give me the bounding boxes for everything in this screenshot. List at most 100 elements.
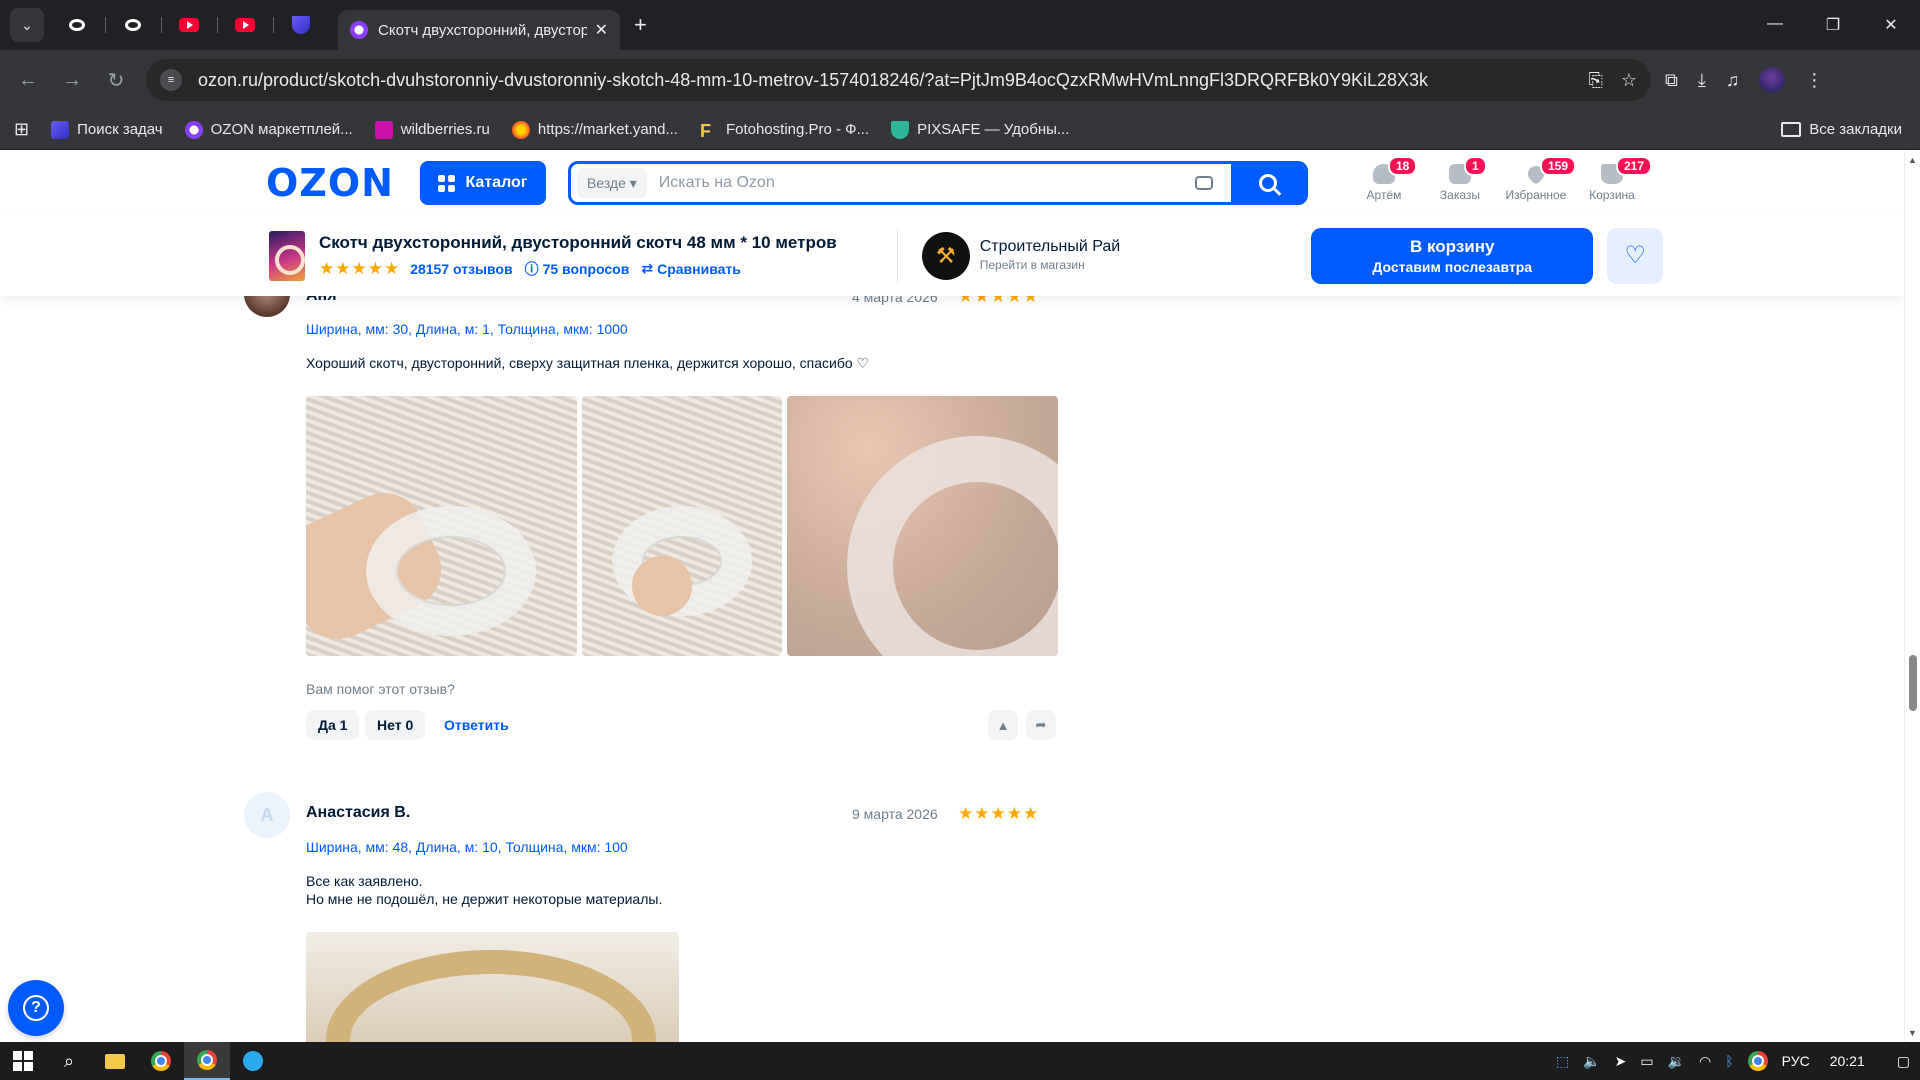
extensions-icon[interactable]: ⧉ xyxy=(1665,70,1678,91)
ozon-header: OZON Каталог Везде ▾ 18Артём 1Заказы 159… xyxy=(0,151,1904,215)
profile-avatar[interactable] xyxy=(1759,67,1786,93)
download-icon[interactable]: ⤓ xyxy=(1698,70,1706,91)
pinned-tab-5[interactable] xyxy=(278,8,324,42)
bookmark-5[interactable]: F Fotohosting.Pro - Ф... xyxy=(700,121,869,141)
ozon-ring-icon xyxy=(125,19,141,31)
restore-icon[interactable]: ❐ xyxy=(1804,15,1862,35)
more-menu-icon[interactable]: ⋮ xyxy=(1805,70,1823,91)
chrome-tray-icon[interactable] xyxy=(1747,1051,1768,1071)
pinned-tab-4[interactable] xyxy=(222,8,274,42)
search-button[interactable] xyxy=(1230,164,1305,202)
address-bar[interactable]: ≡ ozon.ru/product/skotch-dvuhstoronniy-d… xyxy=(146,59,1651,101)
bookmark-4[interactable]: https://market.yand... xyxy=(511,120,678,139)
bookmark-1[interactable]: Поиск задач xyxy=(51,120,163,139)
search-taskbar-button[interactable]: ⌕ xyxy=(46,1042,92,1080)
start-button[interactable] xyxy=(0,1042,46,1080)
chrome-taskbar-button-2[interactable] xyxy=(184,1042,230,1080)
explorer-taskbar-button[interactable] xyxy=(92,1042,138,1080)
chrome-taskbar-button-1[interactable] xyxy=(138,1042,184,1080)
telegram-tray-icon[interactable]: ➤ xyxy=(1615,1053,1627,1070)
cart-badge: 217 xyxy=(1615,156,1652,176)
search-scope-select[interactable]: Везде ▾ xyxy=(576,168,647,198)
review-photo-3[interactable] xyxy=(787,396,1058,656)
minimize-icon[interactable]: — xyxy=(1746,15,1804,35)
orders-badge: 1 xyxy=(1463,156,1487,176)
review-photo-2[interactable] xyxy=(582,396,782,656)
review-variant[interactable]: Ширина, мм: 30, Длина, м: 1, Толщина, мк… xyxy=(306,321,628,337)
help-button[interactable]: ? xyxy=(8,980,64,1036)
pinned-tab-2[interactable] xyxy=(110,8,162,42)
scroll-down-icon[interactable]: ▼ xyxy=(1908,1028,1917,1038)
language-indicator[interactable]: РУС xyxy=(1782,1053,1810,1069)
helpful-yes-button[interactable]: Да 1 xyxy=(306,710,360,740)
share-icon[interactable]: ➦ xyxy=(1026,710,1056,740)
battery-icon[interactable]: ▭ xyxy=(1640,1053,1653,1070)
speaker-icon[interactable]: 🔈 xyxy=(1583,1053,1600,1070)
report-icon[interactable]: ▲ xyxy=(988,710,1018,740)
add-to-cart-button[interactable]: В корзину Доставим послезавтра xyxy=(1311,227,1594,284)
questions-link[interactable]: 75 вопросов xyxy=(543,261,630,277)
wifi-icon[interactable]: ◠ xyxy=(1699,1053,1711,1070)
forward-icon[interactable]: → xyxy=(50,69,94,92)
back-icon[interactable]: ← xyxy=(6,69,50,92)
apps-grid-icon[interactable]: ⊞ xyxy=(14,119,29,140)
url-text[interactable]: ozon.ru/product/skotch-dvuhstoronniy-dvu… xyxy=(198,70,1570,91)
bookmark-2[interactable]: OZON маркетплей... xyxy=(184,120,353,139)
volume-icon[interactable]: 🔉 xyxy=(1668,1053,1685,1070)
chrome-icon xyxy=(151,1051,171,1071)
windows-taskbar: ⌕ ⬚ 🔈 ➤ ▭ 🔉 ◠ ᛒ РУС 20:21 ▢ xyxy=(0,1042,1920,1080)
header-favorites[interactable]: 159 Избранное xyxy=(1498,156,1576,202)
compare-icon: ⇄ xyxy=(641,260,654,276)
install-app-icon[interactable]: ⎘ xyxy=(1588,70,1602,91)
product-title[interactable]: Скотч двухсторонний, двусторонний скотч … xyxy=(319,233,837,253)
search-input[interactable] xyxy=(658,174,1195,192)
bluetooth-icon[interactable]: ᛒ xyxy=(1725,1053,1733,1069)
bookmark-3[interactable]: wildberries.ru xyxy=(374,120,490,139)
review-variant[interactable]: Ширина, мм: 48, Длина, м: 10, Толщина, м… xyxy=(306,839,628,855)
folder-icon xyxy=(105,1053,125,1069)
favorites-badge: 159 xyxy=(1539,156,1576,176)
ozon-logo[interactable]: OZON xyxy=(266,161,394,205)
scroll-up-icon[interactable]: ▲ xyxy=(1908,155,1917,165)
product-thumbnail[interactable] xyxy=(269,230,305,281)
catalog-button[interactable]: Каталог xyxy=(419,161,546,205)
folder-icon xyxy=(1781,122,1802,137)
reload-icon[interactable]: ↻ xyxy=(94,68,138,93)
telegram-taskbar-button[interactable] xyxy=(230,1042,276,1080)
shop-subtitle: Перейти в магазин xyxy=(979,257,1085,272)
page-scrollbar[interactable]: ▲ ▼ xyxy=(1904,151,1920,1042)
chrome-icon xyxy=(197,1050,217,1070)
notifications-icon[interactable]: ▢ xyxy=(1897,1053,1910,1070)
question-icon: ⓘ xyxy=(524,260,539,277)
rating-stars: ★★★★★ xyxy=(319,258,401,278)
bookmark-star-icon[interactable]: ☆ xyxy=(1621,70,1637,91)
active-tab[interactable]: Скотч двухсторонний, двусторо ✕ xyxy=(338,10,620,50)
pinned-tab-3[interactable] xyxy=(166,8,218,42)
review-photo-1[interactable] xyxy=(306,932,679,1042)
screen-snip-icon[interactable]: ⬚ xyxy=(1556,1053,1569,1070)
scrollbar-thumb[interactable] xyxy=(1909,655,1917,711)
header-orders[interactable]: 1 Заказы xyxy=(1422,156,1498,202)
compare-link[interactable]: Сравнивать xyxy=(657,261,741,277)
pinned-tab-1[interactable] xyxy=(54,8,106,42)
header-profile[interactable]: 18 Артём xyxy=(1346,156,1422,202)
site-settings-icon[interactable]: ≡ xyxy=(160,69,182,91)
bookmark-6[interactable]: PIXSAFE — Удобны... xyxy=(891,120,1069,139)
media-control-icon[interactable]: ♫ xyxy=(1726,70,1740,91)
review-photo-1[interactable] xyxy=(306,396,577,656)
all-bookmarks[interactable]: Все закладки xyxy=(1781,121,1902,138)
close-window-icon[interactable]: ✕ xyxy=(1862,15,1920,35)
close-tab-icon[interactable]: ✕ xyxy=(595,20,608,40)
header-cart[interactable]: 217 Корзина xyxy=(1574,156,1652,202)
shop-link[interactable]: ⚒ Строительный Рай Перейти в магазин xyxy=(921,231,1120,280)
new-tab-button[interactable]: + xyxy=(634,12,647,38)
camera-search-icon[interactable] xyxy=(1194,176,1213,190)
reviews-count-link[interactable]: 28157 отзывов xyxy=(410,261,512,277)
grid-icon xyxy=(438,174,456,192)
review-text-line-1: Все как заявлено. xyxy=(306,873,423,889)
helpful-no-button[interactable]: Нет 0 xyxy=(365,710,426,740)
reply-link[interactable]: Ответить xyxy=(444,717,509,733)
add-to-favorites-button[interactable]: ♡ xyxy=(1607,227,1664,284)
clock[interactable]: 20:21 xyxy=(1830,1053,1865,1069)
tab-search-button[interactable]: ⌄ xyxy=(10,8,44,42)
